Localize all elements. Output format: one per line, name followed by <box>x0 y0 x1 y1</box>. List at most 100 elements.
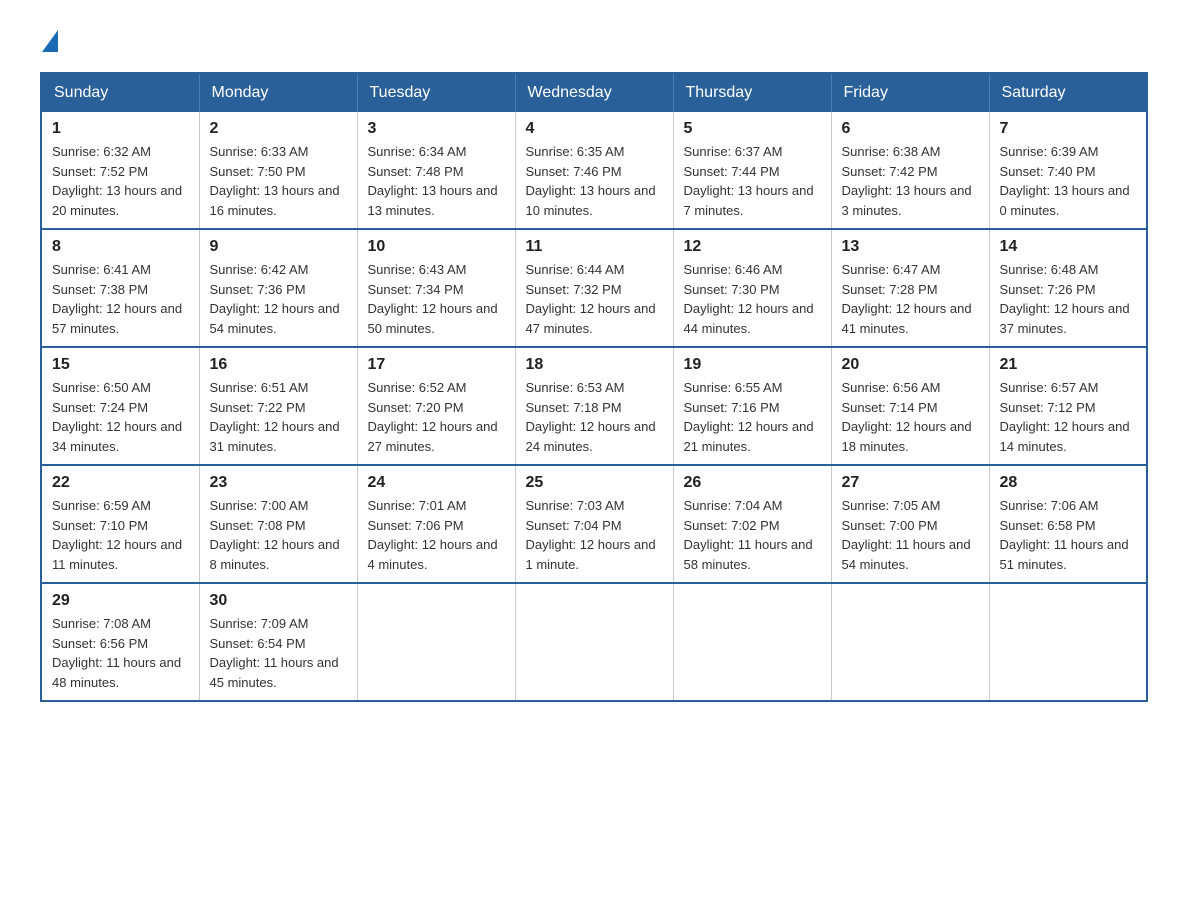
calendar-day-cell: 25 Sunrise: 7:03 AMSunset: 7:04 PMDaylig… <box>515 465 673 583</box>
calendar-day-cell: 3 Sunrise: 6:34 AMSunset: 7:48 PMDayligh… <box>357 112 515 229</box>
calendar-day-cell <box>989 583 1147 701</box>
calendar-day-cell <box>357 583 515 701</box>
day-number: 17 <box>368 356 505 374</box>
day-info: Sunrise: 7:01 AMSunset: 7:06 PMDaylight:… <box>368 496 505 574</box>
calendar-week-row: 22 Sunrise: 6:59 AMSunset: 7:10 PMDaylig… <box>41 465 1147 583</box>
day-info: Sunrise: 6:35 AMSunset: 7:46 PMDaylight:… <box>526 142 663 220</box>
day-info: Sunrise: 6:53 AMSunset: 7:18 PMDaylight:… <box>526 378 663 456</box>
day-info: Sunrise: 7:04 AMSunset: 7:02 PMDaylight:… <box>684 496 821 574</box>
calendar-day-cell: 17 Sunrise: 6:52 AMSunset: 7:20 PMDaylig… <box>357 347 515 465</box>
day-info: Sunrise: 6:43 AMSunset: 7:34 PMDaylight:… <box>368 260 505 338</box>
day-info: Sunrise: 7:03 AMSunset: 7:04 PMDaylight:… <box>526 496 663 574</box>
day-number: 8 <box>52 238 189 256</box>
day-info: Sunrise: 6:46 AMSunset: 7:30 PMDaylight:… <box>684 260 821 338</box>
day-info: Sunrise: 7:00 AMSunset: 7:08 PMDaylight:… <box>210 496 347 574</box>
day-number: 16 <box>210 356 347 374</box>
calendar-day-cell: 21 Sunrise: 6:57 AMSunset: 7:12 PMDaylig… <box>989 347 1147 465</box>
calendar-day-cell: 16 Sunrise: 6:51 AMSunset: 7:22 PMDaylig… <box>199 347 357 465</box>
day-of-week-header: Tuesday <box>357 73 515 112</box>
day-number: 9 <box>210 238 347 256</box>
calendar-day-cell: 12 Sunrise: 6:46 AMSunset: 7:30 PMDaylig… <box>673 229 831 347</box>
day-number: 24 <box>368 474 505 492</box>
day-info: Sunrise: 7:06 AMSunset: 6:58 PMDaylight:… <box>1000 496 1137 574</box>
day-info: Sunrise: 6:32 AMSunset: 7:52 PMDaylight:… <box>52 142 189 220</box>
day-info: Sunrise: 6:59 AMSunset: 7:10 PMDaylight:… <box>52 496 189 574</box>
day-info: Sunrise: 6:37 AMSunset: 7:44 PMDaylight:… <box>684 142 821 220</box>
day-info: Sunrise: 6:41 AMSunset: 7:38 PMDaylight:… <box>52 260 189 338</box>
calendar-day-cell: 19 Sunrise: 6:55 AMSunset: 7:16 PMDaylig… <box>673 347 831 465</box>
day-number: 10 <box>368 238 505 256</box>
day-info: Sunrise: 6:57 AMSunset: 7:12 PMDaylight:… <box>1000 378 1137 456</box>
day-of-week-header: Saturday <box>989 73 1147 112</box>
calendar-day-cell: 1 Sunrise: 6:32 AMSunset: 7:52 PMDayligh… <box>41 112 199 229</box>
day-info: Sunrise: 6:55 AMSunset: 7:16 PMDaylight:… <box>684 378 821 456</box>
calendar-week-row: 29 Sunrise: 7:08 AMSunset: 6:56 PMDaylig… <box>41 583 1147 701</box>
day-info: Sunrise: 6:47 AMSunset: 7:28 PMDaylight:… <box>842 260 979 338</box>
calendar-day-cell: 2 Sunrise: 6:33 AMSunset: 7:50 PMDayligh… <box>199 112 357 229</box>
day-number: 4 <box>526 120 663 138</box>
day-of-week-header: Thursday <box>673 73 831 112</box>
day-number: 28 <box>1000 474 1137 492</box>
day-info: Sunrise: 6:51 AMSunset: 7:22 PMDaylight:… <box>210 378 347 456</box>
calendar-day-cell: 27 Sunrise: 7:05 AMSunset: 7:00 PMDaylig… <box>831 465 989 583</box>
day-info: Sunrise: 6:33 AMSunset: 7:50 PMDaylight:… <box>210 142 347 220</box>
day-number: 2 <box>210 120 347 138</box>
calendar-day-cell <box>515 583 673 701</box>
day-info: Sunrise: 6:44 AMSunset: 7:32 PMDaylight:… <box>526 260 663 338</box>
logo <box>40 30 60 52</box>
day-number: 22 <box>52 474 189 492</box>
day-info: Sunrise: 6:38 AMSunset: 7:42 PMDaylight:… <box>842 142 979 220</box>
calendar-day-cell: 10 Sunrise: 6:43 AMSunset: 7:34 PMDaylig… <box>357 229 515 347</box>
day-number: 1 <box>52 120 189 138</box>
calendar-day-cell: 29 Sunrise: 7:08 AMSunset: 6:56 PMDaylig… <box>41 583 199 701</box>
calendar-week-row: 1 Sunrise: 6:32 AMSunset: 7:52 PMDayligh… <box>41 112 1147 229</box>
calendar-week-row: 8 Sunrise: 6:41 AMSunset: 7:38 PMDayligh… <box>41 229 1147 347</box>
day-number: 29 <box>52 592 189 610</box>
day-info: Sunrise: 6:48 AMSunset: 7:26 PMDaylight:… <box>1000 260 1137 338</box>
day-info: Sunrise: 6:52 AMSunset: 7:20 PMDaylight:… <box>368 378 505 456</box>
calendar-day-cell <box>831 583 989 701</box>
calendar-day-cell: 6 Sunrise: 6:38 AMSunset: 7:42 PMDayligh… <box>831 112 989 229</box>
calendar-day-cell: 9 Sunrise: 6:42 AMSunset: 7:36 PMDayligh… <box>199 229 357 347</box>
day-number: 19 <box>684 356 821 374</box>
day-number: 18 <box>526 356 663 374</box>
calendar-day-cell: 28 Sunrise: 7:06 AMSunset: 6:58 PMDaylig… <box>989 465 1147 583</box>
day-info: Sunrise: 7:09 AMSunset: 6:54 PMDaylight:… <box>210 614 347 692</box>
day-number: 7 <box>1000 120 1137 138</box>
day-info: Sunrise: 6:34 AMSunset: 7:48 PMDaylight:… <box>368 142 505 220</box>
day-of-week-header: Friday <box>831 73 989 112</box>
calendar-week-row: 15 Sunrise: 6:50 AMSunset: 7:24 PMDaylig… <box>41 347 1147 465</box>
day-info: Sunrise: 7:08 AMSunset: 6:56 PMDaylight:… <box>52 614 189 692</box>
day-info: Sunrise: 6:39 AMSunset: 7:40 PMDaylight:… <box>1000 142 1137 220</box>
day-number: 26 <box>684 474 821 492</box>
day-number: 6 <box>842 120 979 138</box>
day-info: Sunrise: 6:56 AMSunset: 7:14 PMDaylight:… <box>842 378 979 456</box>
calendar-day-cell: 26 Sunrise: 7:04 AMSunset: 7:02 PMDaylig… <box>673 465 831 583</box>
calendar-day-cell: 13 Sunrise: 6:47 AMSunset: 7:28 PMDaylig… <box>831 229 989 347</box>
day-number: 27 <box>842 474 979 492</box>
day-number: 12 <box>684 238 821 256</box>
calendar-day-cell: 24 Sunrise: 7:01 AMSunset: 7:06 PMDaylig… <box>357 465 515 583</box>
day-number: 13 <box>842 238 979 256</box>
day-of-week-header: Monday <box>199 73 357 112</box>
day-info: Sunrise: 6:50 AMSunset: 7:24 PMDaylight:… <box>52 378 189 456</box>
day-number: 14 <box>1000 238 1137 256</box>
calendar-day-cell: 14 Sunrise: 6:48 AMSunset: 7:26 PMDaylig… <box>989 229 1147 347</box>
calendar-day-cell <box>673 583 831 701</box>
day-number: 3 <box>368 120 505 138</box>
day-number: 11 <box>526 238 663 256</box>
page-header <box>40 30 1148 52</box>
day-number: 5 <box>684 120 821 138</box>
calendar-table: SundayMondayTuesdayWednesdayThursdayFrid… <box>40 72 1148 702</box>
calendar-day-cell: 7 Sunrise: 6:39 AMSunset: 7:40 PMDayligh… <box>989 112 1147 229</box>
calendar-day-cell: 22 Sunrise: 6:59 AMSunset: 7:10 PMDaylig… <box>41 465 199 583</box>
day-number: 23 <box>210 474 347 492</box>
day-number: 15 <box>52 356 189 374</box>
day-of-week-header: Wednesday <box>515 73 673 112</box>
calendar-day-cell: 18 Sunrise: 6:53 AMSunset: 7:18 PMDaylig… <box>515 347 673 465</box>
day-number: 25 <box>526 474 663 492</box>
day-of-week-header: Sunday <box>41 73 199 112</box>
calendar-day-cell: 4 Sunrise: 6:35 AMSunset: 7:46 PMDayligh… <box>515 112 673 229</box>
calendar-day-cell: 23 Sunrise: 7:00 AMSunset: 7:08 PMDaylig… <box>199 465 357 583</box>
day-number: 20 <box>842 356 979 374</box>
